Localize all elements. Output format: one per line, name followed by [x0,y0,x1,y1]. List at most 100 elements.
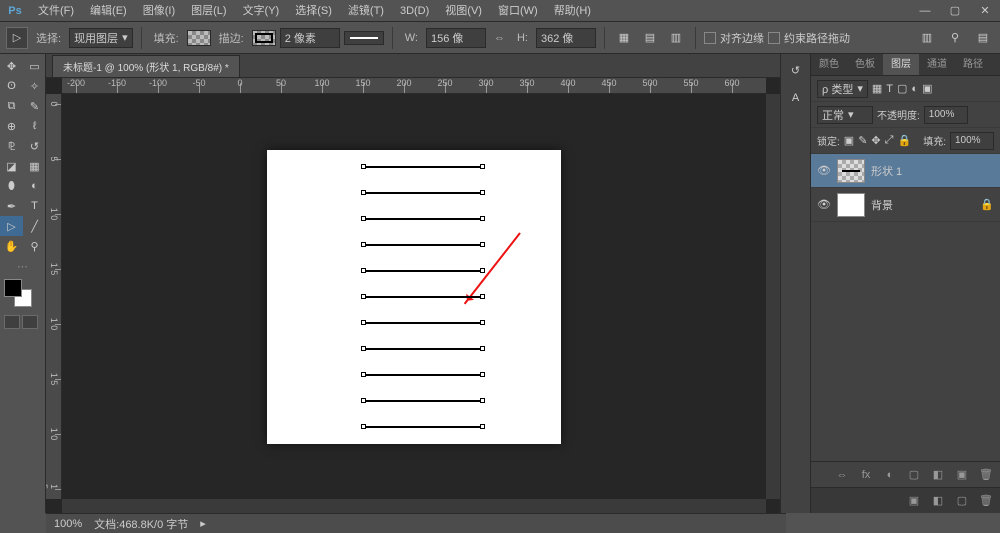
path-anchor[interactable] [361,372,366,377]
blur-tool[interactable]: ⬮ [0,176,23,196]
strip-icon[interactable]: ▢ [954,493,970,509]
path-anchor[interactable] [480,398,485,403]
path-anchor[interactable] [480,294,485,299]
pen-tool[interactable]: ✒ [0,196,23,216]
shape-line[interactable] [364,166,482,168]
menu-layer[interactable]: 图层(L) [183,0,234,22]
menu-3d[interactable]: 3D(D) [392,0,437,22]
history-panel-icon[interactable]: ↺ [786,60,806,80]
path-anchor[interactable] [480,424,485,429]
window-maximize[interactable]: ▢ [940,0,970,22]
arrange-icon[interactable]: ▥ [665,27,687,49]
width-field[interactable]: 156 像 [426,28,486,48]
filter-shape-icon[interactable]: ▢ [897,82,907,95]
path-anchor[interactable] [480,268,485,273]
align-icon[interactable]: ▤ [639,27,661,49]
strip-icon[interactable]: ▣ [906,493,922,509]
search-icon[interactable]: ⚲ [944,27,966,49]
type-tool[interactable]: T [23,196,46,216]
layer-name[interactable]: 背景 [871,197,893,213]
tab-layers[interactable]: 图层 [883,54,919,75]
spot-heal-tool[interactable]: ⊕ [0,116,23,136]
visibility-toggle[interactable]: 👁 [817,164,831,178]
share-icon[interactable]: ▤ [972,27,994,49]
lock-pixels-icon[interactable]: ✎ [858,134,867,147]
stroke-style-dropdown[interactable] [344,31,384,45]
filter-smart-icon[interactable]: ▣ [922,82,932,95]
stroke-width-field[interactable]: 2 像素 [280,28,340,48]
fill-swatch[interactable] [187,30,211,46]
document-tab[interactable]: 未标题-1 @ 100% (形状 1, RGB/8#) * [52,55,240,77]
blend-mode-dropdown[interactable]: 正常▾ [817,106,873,124]
shape-line[interactable] [364,218,482,220]
path-anchor[interactable] [361,216,366,221]
mask-icon[interactable]: ◐ [882,467,898,483]
strip-icon[interactable]: ◧ [930,493,946,509]
path-anchor[interactable] [361,346,366,351]
filter-pixel-icon[interactable]: ▦ [872,82,882,95]
quickmask-toggle[interactable] [4,315,20,329]
menu-help[interactable]: 帮助(H) [546,0,599,22]
lock-position-icon[interactable]: ✥ [871,134,880,147]
menu-type[interactable]: 文字(Y) [235,0,288,22]
lock-artboard-icon[interactable]: ⤢ [885,134,894,147]
crop-tool[interactable]: ⧉ [0,96,23,116]
shape-line[interactable] [364,426,482,428]
gradient-tool[interactable]: ▦ [23,156,46,176]
height-field[interactable]: 362 像 [536,28,596,48]
menu-filter[interactable]: 滤镜(T) [340,0,392,22]
vertical-scrollbar[interactable] [766,94,780,499]
constrain-path-checkbox[interactable]: 约束路径拖动 [768,30,850,46]
filter-text-icon[interactable]: T [886,83,893,95]
path-anchor[interactable] [480,320,485,325]
tab-channels[interactable]: 通道 [919,54,955,75]
shape-line[interactable] [364,270,482,272]
adjustment-icon[interactable]: ▢ [906,467,922,483]
window-close[interactable]: ✕ [970,0,1000,22]
menu-select[interactable]: 选择(S) [287,0,340,22]
layer-name[interactable]: 形状 1 [871,163,902,179]
path-anchor[interactable] [480,242,485,247]
canvas[interactable] [267,150,561,444]
new-layer-icon[interactable]: ▣ [954,467,970,483]
doc-info[interactable]: 文档:468.8K/0 字节 [94,516,188,532]
menu-image[interactable]: 图像(I) [135,0,183,22]
path-anchor[interactable] [480,164,485,169]
foreground-color[interactable] [4,279,22,297]
brush-tool[interactable]: ℓ [23,116,46,136]
horizontal-ruler[interactable]: -200-150-100-500501001502002503003504004… [62,78,766,94]
current-tool-icon[interactable]: ▷ [6,27,28,49]
eraser-tool[interactable]: ◪ [0,156,23,176]
more-tools[interactable]: ⋯ [0,260,45,273]
path-anchor[interactable] [480,346,485,351]
tab-color[interactable]: 颜色 [811,54,847,75]
select-target-dropdown[interactable]: 现用图层▾ [69,28,133,48]
path-anchor[interactable] [480,372,485,377]
workspace-switcher-icon[interactable]: ▥ [916,27,938,49]
path-select-tool[interactable]: ▷ [0,216,23,236]
path-anchor[interactable] [361,320,366,325]
layer-thumbnail[interactable] [837,159,865,183]
shape-line[interactable] [364,244,482,246]
group-icon[interactable]: ◧ [930,467,946,483]
zoom-tool[interactable]: ⚲ [23,236,46,256]
strip-trash-icon[interactable]: 🗑 [978,493,994,509]
color-wells[interactable] [4,279,32,307]
layer-kind-dropdown[interactable]: ρ 类型▾ [817,80,868,98]
path-anchor[interactable] [480,190,485,195]
menu-file[interactable]: 文件(F) [30,0,82,22]
shape-line[interactable] [364,296,482,298]
status-arrow-icon[interactable]: ▸ [200,517,206,530]
screenmode-toggle[interactable] [22,315,38,329]
canvas-viewport[interactable] [62,94,766,499]
path-anchor[interactable] [480,216,485,221]
layer-thumbnail[interactable] [837,193,865,217]
tab-swatches[interactable]: 色板 [847,54,883,75]
vertical-ruler[interactable]: 051 01 51 01 51 01 5 [46,94,62,499]
shape-line[interactable] [364,374,482,376]
clone-tool[interactable]: ⅊ [0,136,23,156]
path-op-icon[interactable]: ▦ [613,27,635,49]
opacity-field[interactable]: 100% [924,106,968,124]
path-anchor[interactable] [361,190,366,195]
horizontal-scrollbar[interactable] [62,499,766,513]
